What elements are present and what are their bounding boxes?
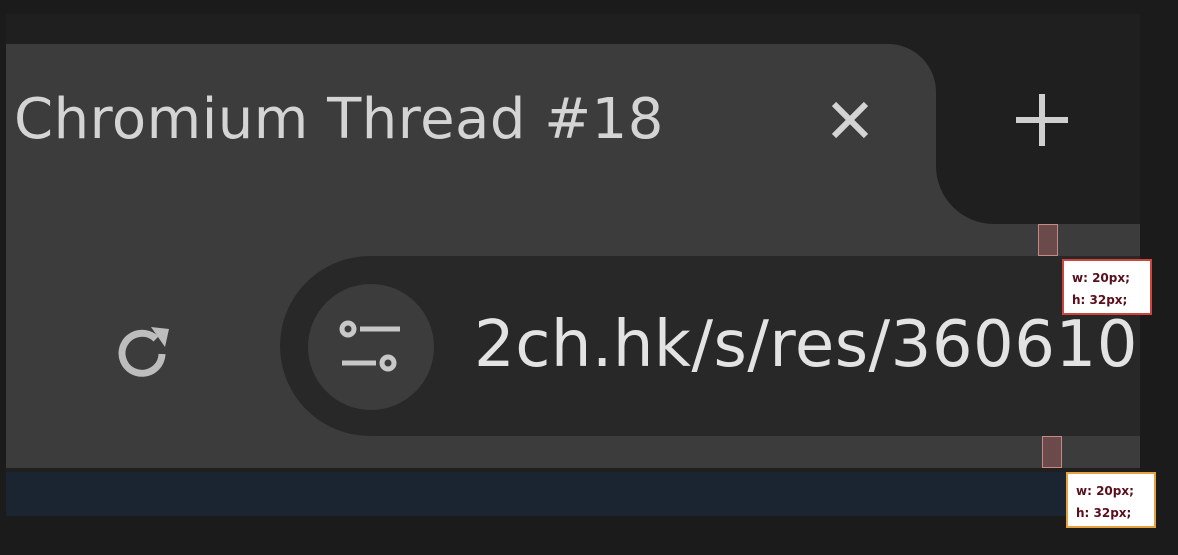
reload-button[interactable]: [102, 314, 182, 394]
dimension-marker: [1042, 436, 1062, 468]
plus-icon: [1016, 94, 1068, 146]
badge-height: h: 32px;: [1072, 293, 1128, 307]
tune-icon: [339, 320, 400, 372]
badge-width: w: 20px;: [1076, 484, 1134, 498]
badge-width: w: 20px;: [1072, 271, 1130, 285]
reload-icon: [118, 327, 169, 377]
url-text[interactable]: 2ch.hk/s/res/360610: [474, 310, 1138, 380]
site-info-button[interactable]: [308, 284, 434, 410]
new-tab-button[interactable]: [1006, 84, 1078, 156]
tab-title: Chromium Thread #18: [14, 87, 664, 152]
tab-close-button[interactable]: [814, 84, 886, 156]
dimension-badge: w: 20px; h: 32px;: [1062, 259, 1152, 315]
browser-window: Chromium Thread #18 2ch.hk/s/res/360610: [6, 14, 1140, 516]
close-icon: [831, 101, 869, 139]
dimension-marker: [1038, 224, 1058, 256]
dimension-badge: w: 20px; h: 32px;: [1066, 472, 1156, 528]
page-content: [6, 472, 1140, 516]
badge-height: h: 32px;: [1076, 506, 1132, 520]
